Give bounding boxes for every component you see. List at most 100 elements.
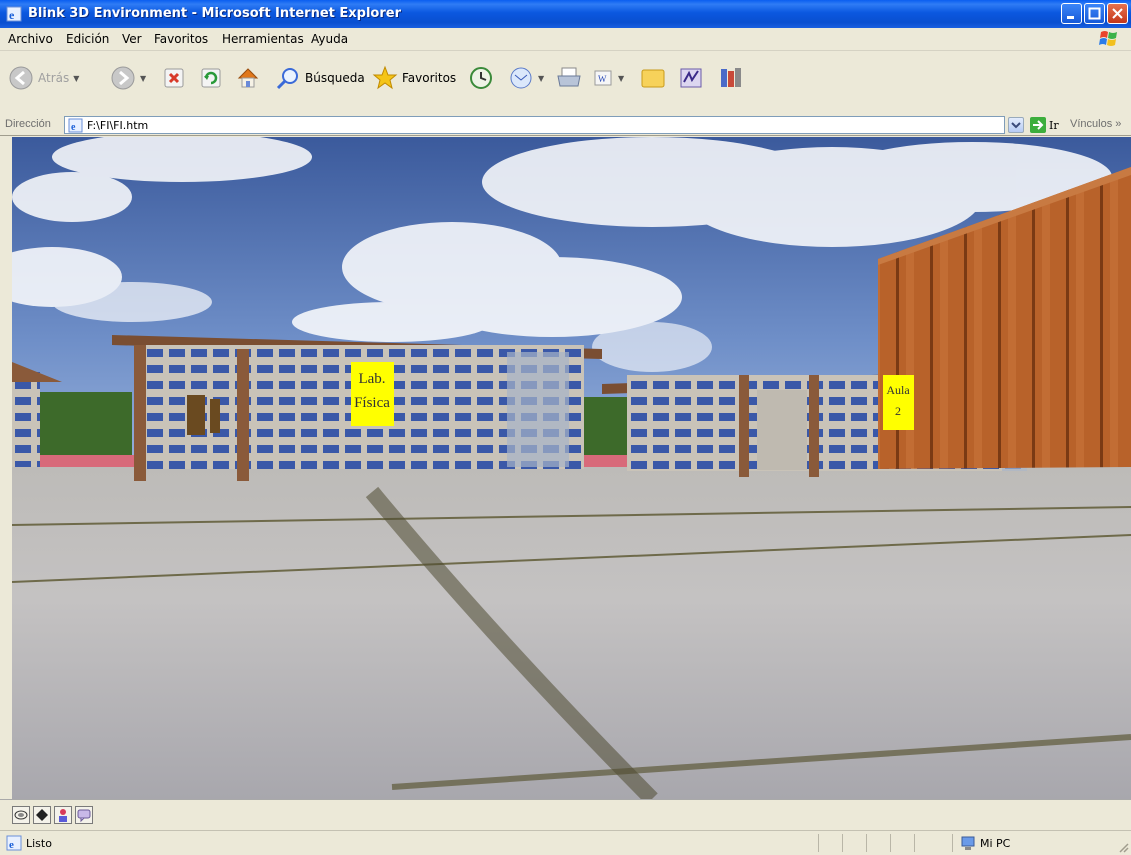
messenger-button[interactable] — [678, 61, 704, 95]
address-input[interactable]: e F:\FI\FI.htm — [64, 116, 1005, 134]
history-button[interactable] — [468, 61, 494, 95]
walk-mode-button[interactable] — [12, 806, 30, 824]
ie-icon: e — [6, 6, 22, 22]
links-button[interactable]: Vínculos » — [1070, 118, 1121, 130]
status-divider — [842, 834, 843, 852]
walk-icon — [14, 810, 28, 820]
maximize-button[interactable] — [1084, 3, 1105, 24]
menu-edicion[interactable]: Edición — [66, 32, 109, 46]
go-arrow-icon — [1030, 117, 1046, 133]
close-button[interactable] — [1107, 3, 1128, 24]
3d-scene: Lab. Física Aula 2 — [12, 137, 1131, 799]
forward-arrow-icon — [111, 66, 135, 90]
printer-icon — [557, 67, 581, 87]
avatar-button[interactable] — [54, 806, 72, 824]
windows-logo-icon — [1099, 31, 1117, 46]
home-button[interactable] — [236, 61, 260, 95]
sign-aula-2: Aula 2 — [883, 375, 914, 430]
menu-ver[interactable]: Ver — [122, 32, 142, 46]
svg-text:W: W — [598, 74, 607, 84]
edit-dropdown-icon[interactable]: ▼ — [618, 74, 624, 83]
minimize-icon — [1067, 16, 1074, 19]
sign-lab-fisica: Lab. Física — [351, 362, 394, 426]
back-button[interactable]: Atrás ▼ — [8, 61, 79, 95]
back-label: Atrás — [38, 71, 70, 85]
chat-icon — [77, 809, 91, 823]
menu-archivo[interactable]: Archivo — [8, 32, 53, 46]
status-divider — [866, 834, 867, 852]
sign-aula-line2: 2 — [895, 404, 901, 418]
avatar-icon — [59, 809, 67, 822]
search-button[interactable]: Búsqueda — [275, 61, 365, 95]
edit-button[interactable]: W ▼ — [592, 61, 624, 95]
viewer-controls-bar — [0, 799, 1131, 831]
security-zone[interactable]: Mi PC — [960, 835, 1010, 851]
mail-button[interactable]: ▼ — [508, 61, 544, 95]
blink-3d-viewport[interactable]: Lab. Física Aula 2 — [12, 137, 1131, 799]
favorites-label: Favoritos — [402, 71, 457, 85]
forward-button[interactable]: ▼ — [110, 61, 146, 95]
favorites-button[interactable]: Favoritos — [372, 61, 456, 95]
svg-text:e: e — [71, 122, 76, 133]
stop-icon — [164, 68, 184, 88]
menu-favoritos[interactable]: Favoritos — [154, 32, 208, 46]
folder-icon — [641, 69, 665, 88]
history-icon — [470, 67, 492, 89]
address-bar: Dirección e F:\FI\FI.htm Ir Vínculos » — [0, 115, 1131, 136]
back-dropdown-icon[interactable]: ▼ — [73, 74, 79, 83]
edit-document-icon: W — [594, 70, 612, 86]
menu-herramientas[interactable]: Herramientas — [222, 32, 304, 46]
search-icon — [276, 68, 298, 90]
maximize-icon — [1088, 7, 1101, 20]
hedge — [32, 392, 132, 457]
page-status-icon: e — [6, 835, 22, 851]
svg-text:e: e — [9, 8, 15, 22]
go-label: Ir — [1049, 118, 1059, 132]
status-text: Listo — [26, 837, 52, 850]
links-label: Vínculos — [1070, 118, 1113, 130]
window-title: Blink 3D Environment - Microsoft Interne… — [28, 6, 402, 21]
my-computer-icon — [961, 836, 975, 850]
status-divider — [952, 834, 953, 852]
close-icon — [1112, 8, 1123, 19]
messenger-icon — [680, 68, 702, 88]
left-edge-building — [12, 372, 40, 467]
mail-icon — [510, 67, 532, 89]
mail-dropdown-icon[interactable]: ▼ — [538, 74, 544, 83]
forward-dropdown-icon[interactable]: ▼ — [140, 74, 146, 83]
stop-button[interactable] — [163, 61, 185, 95]
home-icon — [237, 68, 259, 88]
status-bar: e Listo Mi PC — [0, 830, 1131, 855]
chevron-down-icon — [1011, 122, 1021, 129]
title-bar[interactable]: e Blink 3D Environment - Microsoft Inter… — [0, 0, 1131, 29]
back-arrow-icon — [9, 66, 33, 90]
examine-icon — [36, 809, 48, 821]
menu-ayuda[interactable]: Ayuda — [311, 32, 348, 46]
refresh-button[interactable] — [200, 61, 222, 95]
menu-bar: Archivo Edición Ver Favoritos Herramient… — [0, 28, 1131, 51]
svg-text:e: e — [9, 839, 14, 851]
chat-button[interactable] — [75, 806, 93, 824]
research-books-icon — [721, 68, 741, 87]
favorites-star-icon — [372, 65, 398, 90]
search-label: Búsqueda — [305, 71, 365, 85]
status-divider — [890, 834, 891, 852]
address-dropdown-button[interactable] — [1008, 117, 1024, 133]
research-button[interactable] — [718, 61, 744, 95]
refresh-icon — [201, 68, 221, 88]
discuss-button[interactable] — [640, 61, 666, 95]
print-button[interactable] — [556, 61, 582, 95]
standard-toolbar: Atrás ▼ ▼ Búsqueda Favoritos ▼ W ▼ — [0, 51, 1131, 116]
address-label: Dirección — [5, 118, 51, 130]
sign-lab-line2: Física — [354, 395, 390, 411]
status-divider — [914, 834, 915, 852]
go-button[interactable]: Ir — [1030, 117, 1059, 133]
sign-aula-line1: Aula — [886, 383, 910, 397]
minimize-button[interactable] — [1061, 3, 1082, 24]
address-value: F:\FI\FI.htm — [87, 119, 149, 132]
examine-mode-button[interactable] — [33, 806, 51, 824]
page-icon: e — [68, 118, 83, 133]
zone-label: Mi PC — [980, 836, 1011, 850]
resize-grip-icon[interactable] — [1117, 841, 1129, 853]
sign-lab-line1: Lab. — [358, 371, 385, 387]
